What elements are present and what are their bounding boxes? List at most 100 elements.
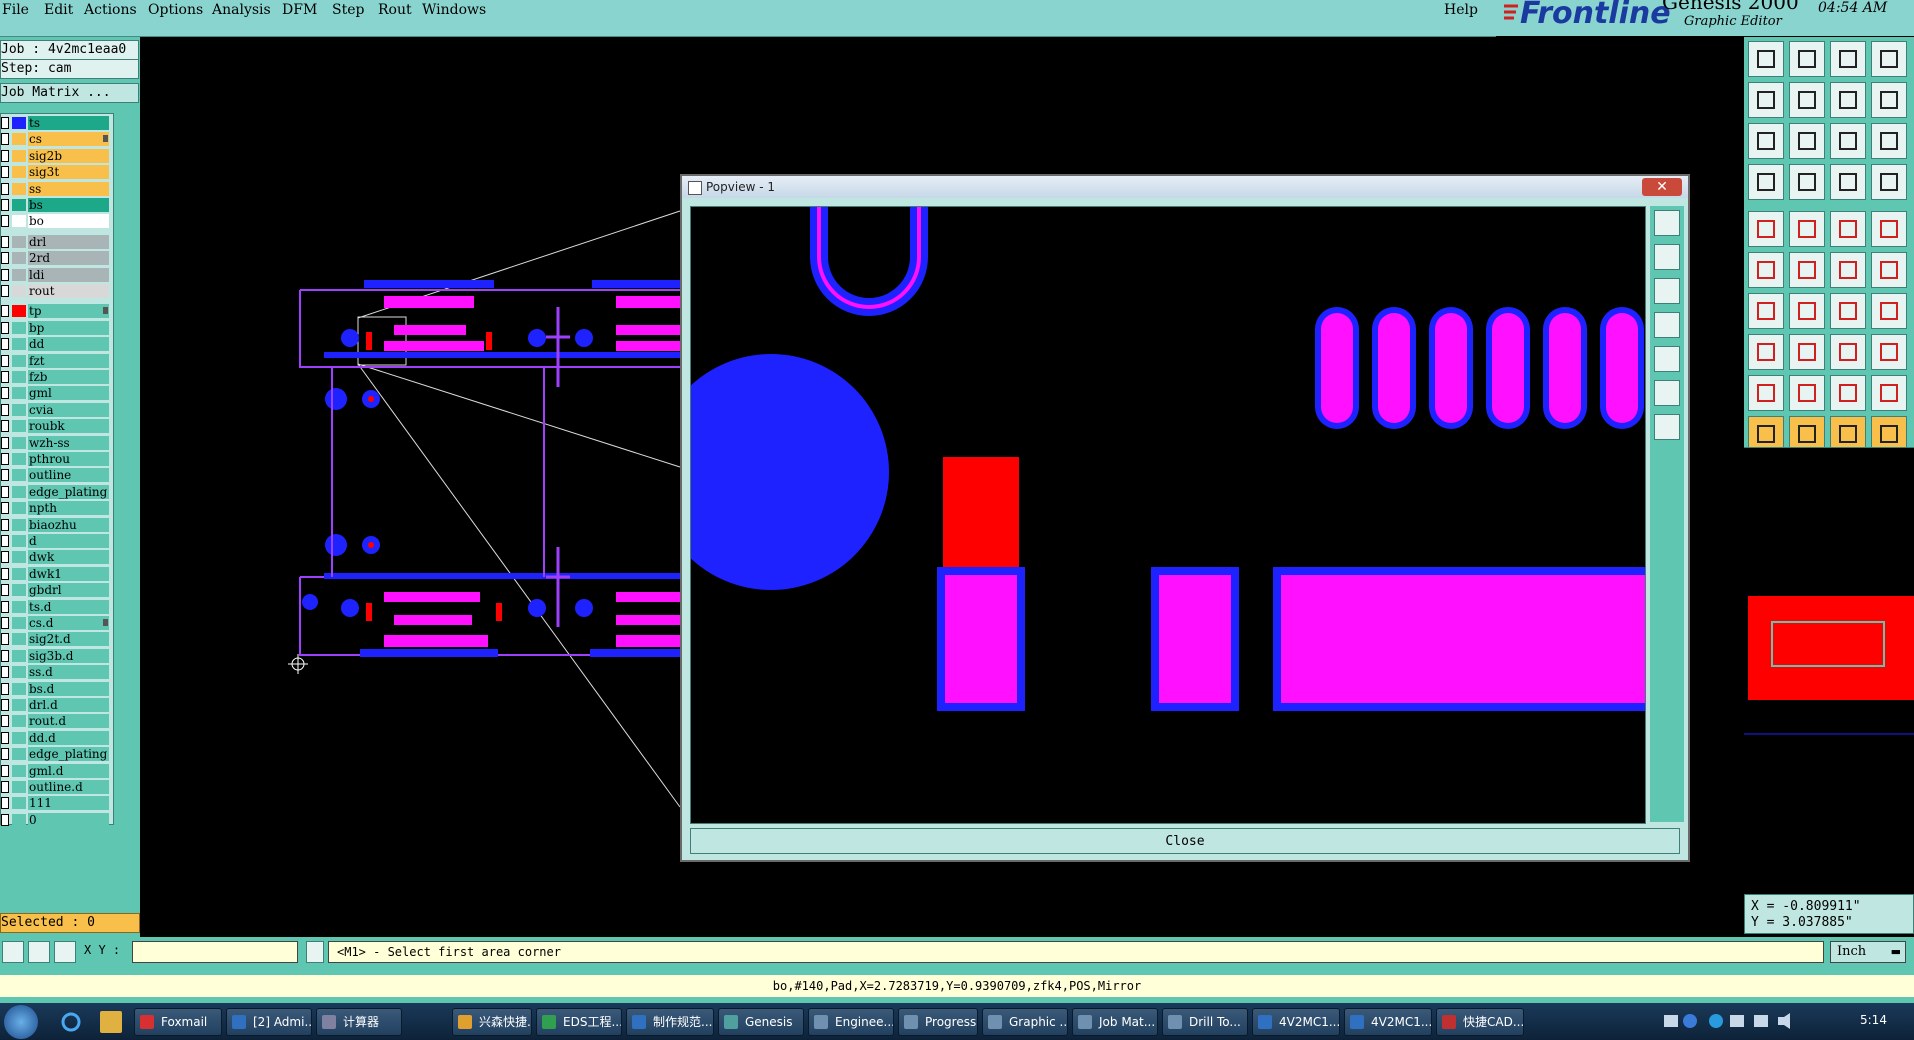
layer-checkbox[interactable]	[1, 321, 9, 334]
layer-name[interactable]: sig3t	[28, 165, 109, 180]
layer-row[interactable]: gml	[1, 386, 111, 401]
layer-name[interactable]: pthrou	[28, 452, 109, 466]
layer-row[interactable]: ts	[1, 116, 111, 130]
layer-name[interactable]: bs	[28, 198, 109, 212]
window-icon[interactable]	[1871, 41, 1907, 77]
layer-name[interactable]: dd.d	[28, 730, 109, 745]
taskbar-item[interactable]: Foxmail	[134, 1008, 222, 1036]
layer-row[interactable]: cs	[1, 132, 111, 147]
layer-row[interactable]: npth	[1, 501, 111, 516]
layer-name[interactable]: wzh-ss	[28, 435, 109, 450]
route-icon[interactable]	[1789, 164, 1825, 200]
resize-icon[interactable]	[1830, 334, 1866, 370]
layer-checkbox[interactable]	[1, 133, 9, 146]
layer-row[interactable]: edge_plating	[1, 484, 111, 499]
up-page-icon[interactable]	[1748, 41, 1784, 77]
layer-name[interactable]: cs.d	[28, 616, 109, 630]
layer-row[interactable]: rout	[1, 284, 111, 298]
layer-name[interactable]: ldi	[28, 267, 109, 282]
flip-icon[interactable]	[1871, 293, 1907, 329]
layer-row[interactable]: bs	[1, 198, 111, 212]
home-icon[interactable]	[1830, 41, 1866, 77]
slash-icon[interactable]	[1789, 293, 1825, 329]
layer-row[interactable]: dwk1	[1, 566, 111, 581]
layer-name[interactable]: npth	[28, 501, 109, 516]
layer-checkbox[interactable]	[1, 813, 9, 826]
units-select[interactable]: Inch ▬	[1830, 941, 1906, 963]
layer-row[interactable]: sig3b.d	[1, 648, 111, 663]
layer-name[interactable]: biaozhu	[28, 517, 109, 532]
layer-row[interactable]: bs.d	[1, 681, 111, 696]
layer-name[interactable]: cs	[28, 132, 109, 147]
ruler-icon[interactable]	[1830, 211, 1866, 247]
layer-name[interactable]: d	[28, 534, 109, 548]
layer-row[interactable]: pthrou	[1, 452, 111, 466]
layer-checkbox[interactable]	[1, 305, 9, 318]
layer-checkbox[interactable]	[1, 268, 9, 281]
layer-row[interactable]: outline	[1, 468, 111, 483]
layer-row[interactable]: dd	[1, 337, 111, 352]
layer-name[interactable]: bo	[28, 214, 109, 229]
layer-checkbox[interactable]	[1, 617, 9, 629]
layer-checkbox[interactable]	[1, 338, 9, 351]
taskbar-item[interactable]: 制作规范...	[626, 1008, 714, 1036]
layer-row[interactable]: ss	[1, 181, 111, 196]
text-cursor-icon[interactable]	[306, 941, 324, 963]
taskbar-item[interactable]: Enginee...	[808, 1008, 894, 1036]
layer-name[interactable]: ss	[28, 181, 109, 196]
taskbar-item[interactable]: Progress	[898, 1008, 978, 1036]
layer-row[interactable]: edge_plating	[1, 747, 111, 762]
layer-name[interactable]: outline.d	[28, 780, 109, 794]
snap-grid-icon[interactable]	[2, 941, 24, 963]
layer-name[interactable]: ss.d	[28, 665, 109, 680]
align-icon[interactable]	[1871, 252, 1907, 288]
layer-row[interactable]: dwk	[1, 550, 111, 565]
taskbar-item[interactable]: Job Mat...	[1072, 1008, 1158, 1036]
layer-checkbox[interactable]	[1, 502, 9, 515]
layer-checkbox[interactable]	[1, 436, 9, 449]
layer-checkbox[interactable]	[1, 781, 9, 793]
layer-name[interactable]: dwk1	[28, 566, 109, 581]
layer-name[interactable]: rout	[28, 284, 109, 298]
layer-checkbox[interactable]	[1, 469, 9, 482]
pv-right-icon[interactable]	[1654, 346, 1680, 372]
layer-compare-icon[interactable]	[1830, 164, 1866, 200]
layer-checkbox[interactable]	[1, 699, 9, 711]
layer-checkbox[interactable]	[1, 285, 9, 297]
copy-icon[interactable]	[1871, 334, 1907, 370]
layer-checkbox[interactable]	[1, 715, 9, 728]
layer-name[interactable]: tp	[28, 304, 109, 319]
layer-checkbox[interactable]	[1, 633, 9, 646]
layer-row[interactable]: outline.d	[1, 780, 111, 794]
layer-row[interactable]: biaozhu	[1, 517, 111, 532]
layer-checkbox[interactable]	[1, 649, 9, 662]
layer-checkbox[interactable]	[1, 420, 9, 433]
line-icon[interactable]	[1789, 211, 1825, 247]
layer-checkbox[interactable]	[1, 117, 9, 129]
layer-name[interactable]: sig2b	[28, 148, 109, 163]
taskbar-item[interactable]: [2] Admi...	[226, 1008, 312, 1036]
layer-row[interactable]: fzb	[1, 370, 111, 384]
taskbar-item[interactable]: 4V2MC1...	[1252, 1008, 1340, 1036]
layer-checkbox[interactable]	[1, 797, 9, 810]
layer-row[interactable]: d	[1, 534, 111, 548]
menu-options[interactable]: Options	[148, 0, 203, 20]
arc-icon[interactable]	[1830, 293, 1866, 329]
layer-row[interactable]: sig3t	[1, 165, 111, 180]
layer-name[interactable]: outline	[28, 468, 109, 483]
pv-zoom-in-icon[interactable]	[1654, 380, 1680, 406]
popview-canvas[interactable]	[651, 206, 1646, 824]
step-icon[interactable]	[1871, 82, 1907, 118]
center-icon[interactable]	[1789, 123, 1825, 159]
layer-name[interactable]: bp	[28, 320, 109, 335]
pv-fit-icon[interactable]	[1654, 210, 1680, 236]
layer-checkbox[interactable]	[1, 535, 9, 547]
layer-row[interactable]: gbdrl	[1, 583, 111, 598]
help-icon[interactable]	[1871, 123, 1907, 159]
snap-center-icon[interactable]	[54, 941, 76, 963]
layer-checkbox[interactable]	[1, 600, 9, 613]
layer-name[interactable]: dwk	[28, 550, 109, 565]
layer-name[interactable]: drl	[28, 234, 109, 249]
menu-rout[interactable]: Rout	[378, 0, 412, 20]
fit-icon[interactable]	[1748, 123, 1784, 159]
